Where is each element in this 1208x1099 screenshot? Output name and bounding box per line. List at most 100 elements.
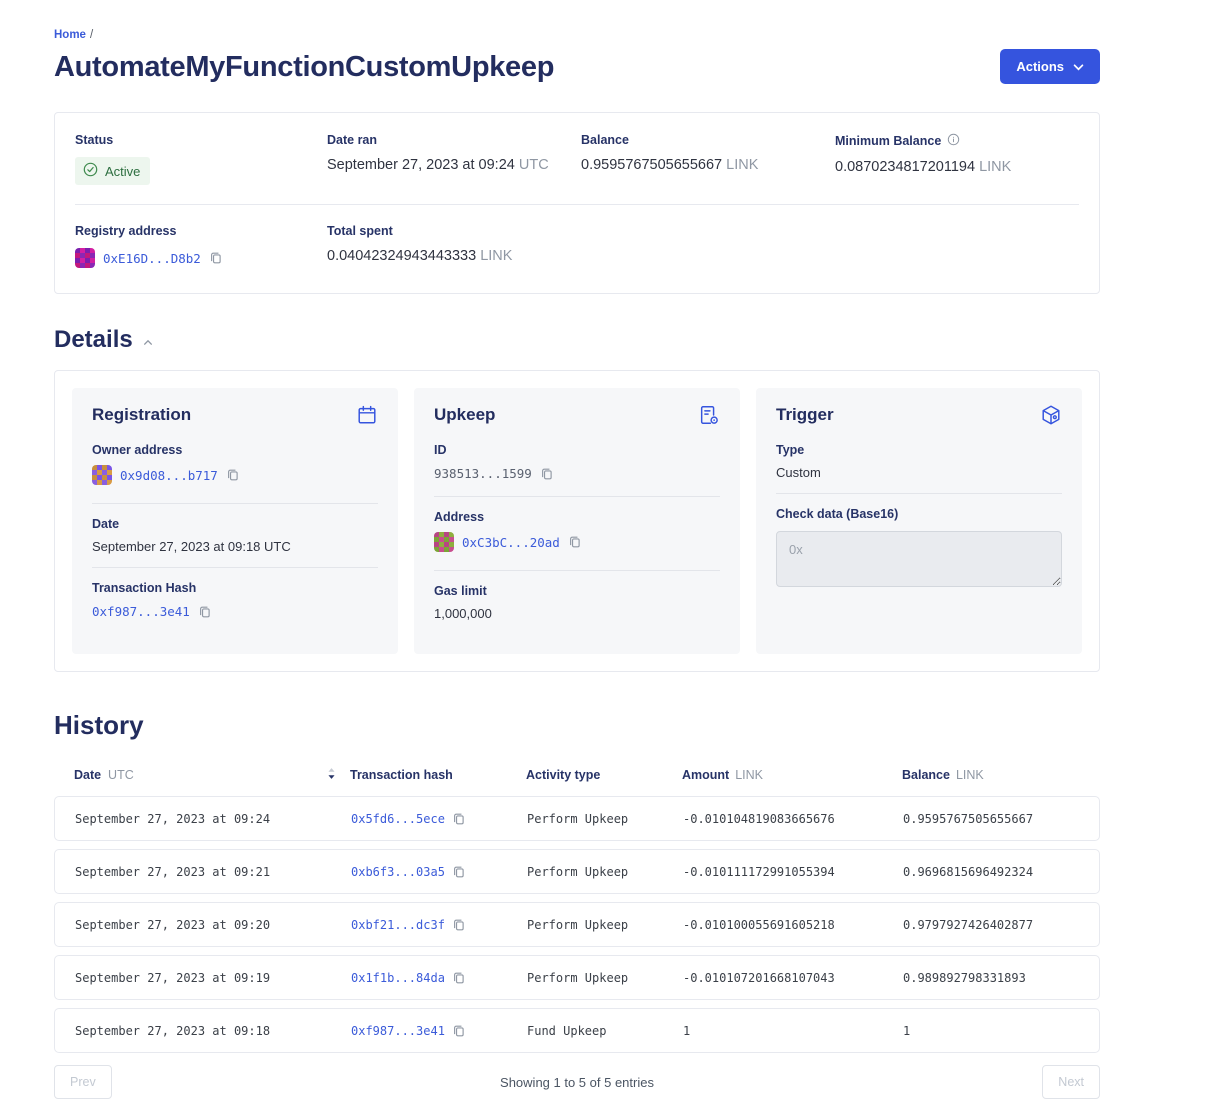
- calendar-icon: [356, 404, 378, 426]
- transaction-hash-label: Transaction Hash: [92, 581, 378, 595]
- minimum-balance-label: Minimum Balance: [835, 134, 941, 148]
- pagination-status: Showing 1 to 5 of 5 entries: [500, 1075, 654, 1090]
- chevron-down-icon: [1073, 59, 1084, 74]
- date-column-label: Date: [74, 768, 101, 782]
- registration-card: Registration Owner address 0x9d08...b717: [72, 388, 398, 654]
- details-section-header: Details: [54, 326, 1100, 354]
- check-data-field: Check data (Base16): [776, 493, 1062, 605]
- copy-icon[interactable]: [452, 812, 466, 826]
- upkeep-address-label: Address: [434, 510, 720, 524]
- copy-icon[interactable]: [452, 971, 466, 985]
- row-date: September 27, 2023 at 09:24: [75, 812, 351, 826]
- registry-address-field: Registry address 0xE16D...D8b2: [75, 224, 327, 273]
- trigger-type-field: Type Custom: [776, 430, 1062, 493]
- column-header-amount: AmountLINK: [682, 768, 902, 782]
- balance-label: Balance: [581, 133, 835, 147]
- trigger-title: Trigger: [776, 405, 834, 425]
- upkeep-address-link[interactable]: 0xC3bC...20ad: [462, 535, 560, 550]
- row-balance: 1: [903, 1024, 1099, 1038]
- column-header-balance: BalanceLINK: [902, 768, 1100, 782]
- minimum-balance-field: Minimum Balance 0.0870234817201194 LINK: [835, 133, 1079, 185]
- row-amount: -0.010104819083665676: [683, 812, 903, 826]
- breadcrumb-home-link[interactable]: Home: [54, 29, 86, 41]
- row-amount: -0.010107201668107043: [683, 971, 903, 985]
- details-panel: Registration Owner address 0x9d08...b717: [54, 370, 1100, 672]
- next-button[interactable]: Next: [1042, 1065, 1100, 1099]
- actions-button-label: Actions: [1016, 59, 1064, 74]
- copy-icon[interactable]: [540, 467, 554, 481]
- total-spent-field: Total spent 0.04042324943443333 LINK: [327, 224, 581, 273]
- owner-address-link[interactable]: 0x9d08...b717: [120, 468, 218, 483]
- copy-icon[interactable]: [452, 1024, 466, 1038]
- upkeep-id-field: ID 938513...1599: [434, 430, 720, 496]
- row-tx-hash-link[interactable]: 0x1f1b...84da: [351, 971, 445, 985]
- table-row: September 27, 2023 at 09:19 0x1f1b...84d…: [54, 955, 1100, 1000]
- row-activity-type: Fund Upkeep: [527, 1024, 683, 1038]
- check-data-label: Check data (Base16): [776, 507, 1062, 521]
- gas-limit-label: Gas limit: [434, 584, 720, 598]
- trigger-type-label: Type: [776, 443, 1062, 457]
- row-amount: 1: [683, 1024, 903, 1038]
- row-balance: 0.9595767505655667: [903, 812, 1099, 826]
- upkeep-id-value: 938513...1599: [434, 466, 532, 481]
- copy-icon[interactable]: [226, 468, 240, 482]
- owner-address-label: Owner address: [92, 443, 378, 457]
- copy-icon[interactable]: [198, 605, 212, 619]
- copy-icon[interactable]: [568, 535, 582, 549]
- row-tx-hash-link[interactable]: 0xf987...3e41: [351, 1024, 445, 1038]
- page-title: AutomateMyFunctionCustomUpkeep: [54, 50, 554, 84]
- column-header-date[interactable]: Date UTC: [74, 767, 350, 783]
- gas-limit-field: Gas limit 1,000,000: [434, 570, 720, 634]
- row-amount: -0.010111172991055394: [683, 865, 903, 879]
- copy-icon[interactable]: [452, 918, 466, 932]
- transaction-hash-link[interactable]: 0xf987...3e41: [92, 604, 190, 619]
- sort-arrows-icon: [327, 767, 336, 783]
- row-date: September 27, 2023 at 09:18: [75, 1024, 351, 1038]
- registration-date-label: Date: [92, 517, 378, 531]
- registry-address-link[interactable]: 0xE16D...D8b2: [103, 251, 201, 266]
- transaction-hash-field: Transaction Hash 0xf987...3e41: [92, 567, 378, 634]
- column-header-activity-type: Activity type: [526, 768, 682, 782]
- copy-icon[interactable]: [209, 251, 223, 265]
- date-ran-value: September 27, 2023 at 09:24: [327, 157, 515, 173]
- summary-card: Status Active Date ran September 27, 202…: [54, 112, 1100, 294]
- history-heading: History: [54, 710, 1100, 741]
- cube-icon: [1040, 404, 1062, 426]
- registry-address-label: Registry address: [75, 224, 327, 238]
- row-date: September 27, 2023 at 09:20: [75, 918, 351, 932]
- breadcrumb-separator: /: [90, 29, 93, 41]
- balance-value: 0.9595767505655667: [581, 157, 722, 173]
- page-header: AutomateMyFunctionCustomUpkeep Actions: [54, 49, 1100, 84]
- row-tx-hash-link[interactable]: 0xb6f3...03a5: [351, 865, 445, 879]
- status-badge: Active: [75, 157, 150, 185]
- row-date: September 27, 2023 at 09:21: [75, 865, 351, 879]
- date-column-unit: UTC: [108, 768, 134, 782]
- chevron-up-icon[interactable]: [143, 339, 153, 346]
- owner-address-identicon: [92, 465, 112, 485]
- upkeep-address-field: Address 0xC3bC...20ad: [434, 496, 720, 570]
- actions-button[interactable]: Actions: [1000, 49, 1100, 84]
- prev-button[interactable]: Prev: [54, 1065, 112, 1099]
- upkeep-card: Upkeep ID 938513...1599 Address: [414, 388, 740, 654]
- details-heading: Details: [54, 326, 133, 354]
- row-activity-type: Perform Upkeep: [527, 918, 683, 932]
- upkeep-title: Upkeep: [434, 405, 495, 425]
- breadcrumb: Home /: [54, 28, 1100, 42]
- trigger-type-value: Custom: [776, 465, 1062, 480]
- row-tx-hash-link[interactable]: 0x5fd6...5ece: [351, 812, 445, 826]
- check-data-input[interactable]: [776, 531, 1062, 587]
- registration-date-value: September 27, 2023 at 09:18 UTC: [92, 539, 378, 554]
- history-table-header: Date UTC Transaction hash Activity type …: [54, 741, 1100, 796]
- date-ran-label: Date ran: [327, 133, 581, 147]
- upkeep-detail-page: Home / AutomateMyFunctionCustomUpkeep Act…: [54, 0, 1154, 1099]
- column-header-transaction-hash: Transaction hash: [350, 768, 526, 782]
- gas-limit-value: 1,000,000: [434, 606, 720, 621]
- registration-date-field: Date September 27, 2023 at 09:18 UTC: [92, 503, 378, 567]
- row-tx-hash-link[interactable]: 0xbf21...dc3f: [351, 918, 445, 932]
- row-balance: 0.9696815696492324: [903, 865, 1099, 879]
- info-icon[interactable]: [947, 133, 960, 149]
- owner-address-field: Owner address 0x9d08...b717: [92, 430, 378, 503]
- table-row: September 27, 2023 at 09:24 0x5fd6...5ec…: [54, 796, 1100, 841]
- copy-icon[interactable]: [452, 865, 466, 879]
- registry-address-identicon: [75, 248, 95, 268]
